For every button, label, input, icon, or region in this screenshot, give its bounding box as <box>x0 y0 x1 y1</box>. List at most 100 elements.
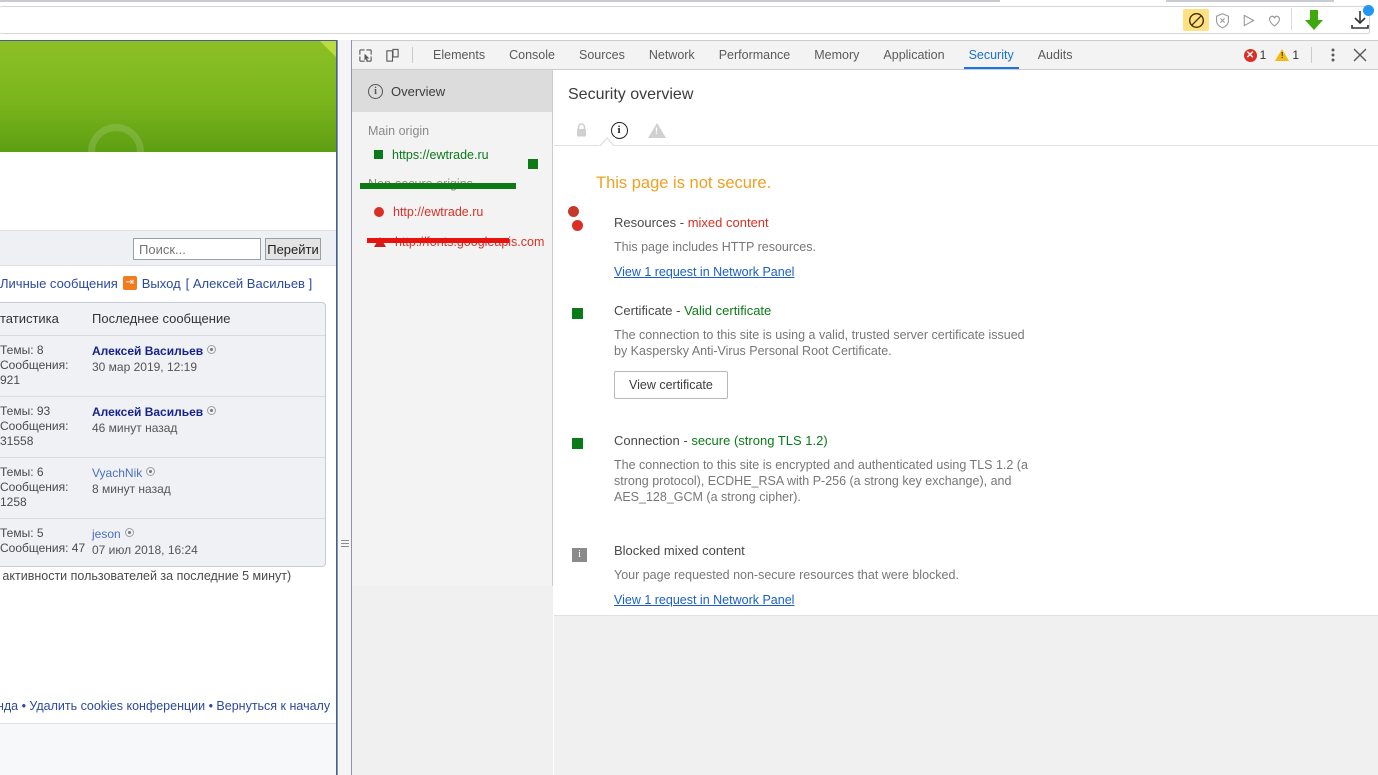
section-description: This page includes HTTP resources. <box>614 240 816 254</box>
active-state-notch <box>599 137 615 147</box>
tab-edge-left <box>0 0 1000 2</box>
section-description: Your page requested non-secure resources… <box>614 568 959 582</box>
section-label: Connection - <box>614 433 692 448</box>
kebab-menu-icon[interactable] <box>1321 41 1345 69</box>
stats-col-statistics: татистика <box>0 311 59 326</box>
tab-performance[interactable]: Performance <box>707 41 803 69</box>
error-count: 1 <box>1259 48 1267 62</box>
logout-link[interactable]: Выход <box>142 276 181 291</box>
view-certificate-button[interactable]: View certificate <box>614 371 728 399</box>
footer-links[interactable]: анда • Удалить cookies конференции • Вер… <box>0 699 340 713</box>
posts-label: Сообщения: <box>0 358 69 372</box>
green-highlight-line <box>360 183 516 189</box>
sidebar-item-label: Overview <box>391 83 446 99</box>
tab-console[interactable]: Console <box>497 41 567 69</box>
inspect-element-icon[interactable] <box>352 41 379 69</box>
devtools-toolbar-right: ✕ 1 1 <box>1241 41 1372 69</box>
user-status-icon <box>124 528 134 537</box>
search-go-button[interactable]: Перейти <box>265 238 321 260</box>
last-post-author[interactable]: Алексей Васильев <box>92 344 203 358</box>
tab-audits[interactable]: Audits <box>1026 41 1085 69</box>
section-heading: Connection - secure (strong TLS 1.2) <box>614 433 1034 448</box>
forum-stats-table: татистика Последнее сообщение Темы: 8 Со… <box>0 302 326 567</box>
section-label: Certificate - <box>614 303 685 318</box>
tab-application[interactable]: Application <box>871 41 956 69</box>
forum-search-bar: Перейти <box>0 230 336 266</box>
forum-banner <box>0 41 336 152</box>
last-post-author[interactable]: VyachNik <box>92 466 142 480</box>
devtools-panel: Elements Console Sources Network Perform… <box>352 40 1378 775</box>
topics-count: Темы: 6 <box>0 465 44 479</box>
stats-cell-lastpost: jeson 07 июл 2018, 16:24 <box>92 526 319 558</box>
view-request-link[interactable]: View 1 request in Network Panel <box>614 593 794 607</box>
posts-label: Сообщения: <box>0 480 69 494</box>
screen-root: Перейти Личные сообщения ⇥ Выход [ Алекс… <box>0 0 1378 775</box>
adblock-icon[interactable] <box>1183 9 1209 31</box>
user-status-icon <box>146 467 156 476</box>
close-icon[interactable] <box>1348 41 1372 69</box>
toggle-device-toolbar-icon[interactable] <box>379 41 406 69</box>
page-white-gap <box>0 152 336 230</box>
tab-network[interactable]: Network <box>637 41 707 69</box>
send-icon[interactable] <box>1235 9 1261 31</box>
sidebar-origin-insecure-1[interactable]: http://ewtrade.ru <box>352 201 552 222</box>
devtools-splitter[interactable] <box>337 40 352 775</box>
forum-logo <box>88 124 144 152</box>
section-bullet <box>572 433 614 513</box>
stats-cell-counts: Темы: 6 Сообщения: 1258 <box>0 465 92 510</box>
logout-arrow-icon: ⇥ <box>122 276 137 290</box>
main-origin-title: Main origin <box>368 124 430 138</box>
last-post-author[interactable]: jeson <box>92 527 121 541</box>
shield-x-icon[interactable] <box>1209 9 1235 31</box>
last-post-time: 46 минут назад <box>92 421 178 435</box>
banner-corner-accent <box>320 41 336 57</box>
view-request-link[interactable]: View 1 request in Network Panel <box>614 265 794 279</box>
stats-cell-lastpost: VyachNik 8 минут назад <box>92 465 319 510</box>
section-resources: Resources - mixed content This page incl… <box>554 215 1378 303</box>
tab-elements[interactable]: Elements <box>421 41 497 69</box>
tab-sources[interactable]: Sources <box>567 41 637 69</box>
splitter-grip-icon[interactable] <box>341 540 349 551</box>
section-bullet <box>572 215 614 281</box>
section-bullet: i <box>572 543 614 609</box>
toolbar-divider-2 <box>1311 47 1312 63</box>
user-status-icon <box>207 345 217 354</box>
table-row: Темы: 8 Сообщения: 921 Алексей Васильев … <box>0 335 325 396</box>
error-count-badge[interactable]: ✕ 1 <box>1241 48 1270 62</box>
address-bar[interactable] <box>0 6 1370 34</box>
lock-icon[interactable] <box>572 121 590 139</box>
topics-count: Темы: 5 <box>0 526 44 540</box>
warning-count-badge[interactable]: 1 <box>1272 48 1302 62</box>
tab-security[interactable]: Security <box>957 41 1026 69</box>
forum-user-bar: Личные сообщения ⇥ Выход [ Алексей Васил… <box>0 270 336 296</box>
sidebar-empty-area <box>352 586 553 775</box>
section-heading: Certificate - Valid certificate <box>614 303 1034 318</box>
sidebar-item-overview[interactable]: i Overview <box>352 70 552 112</box>
current-username: [ Алексей Васильев ] <box>185 275 313 291</box>
search-input[interactable] <box>133 238 261 260</box>
error-icon: ✕ <box>1243 48 1257 62</box>
heart-icon[interactable] <box>1261 9 1287 31</box>
tab-memory[interactable]: Memory <box>802 41 871 69</box>
last-post-author[interactable]: Алексей Васильев <box>92 405 203 419</box>
section-status: mixed content <box>687 215 769 230</box>
insecure-dot-icon <box>374 206 384 217</box>
warning-triangle-icon[interactable] <box>648 121 666 139</box>
download-arrow-icon[interactable] <box>1303 8 1325 37</box>
topics-count: Темы: 8 <box>0 343 44 357</box>
table-row: Темы: 93 Сообщения: 31558 Алексей Василь… <box>0 396 325 457</box>
origin-url: http://ewtrade.ru <box>393 204 484 219</box>
info-icon: i <box>368 83 383 99</box>
info-icon: i <box>572 548 587 562</box>
private-messages-link[interactable]: Личные сообщения <box>0 276 118 291</box>
toolbar-divider <box>412 47 413 63</box>
extension-icons <box>1183 9 1287 31</box>
security-main-panel: Security overview i This page i <box>554 70 1378 775</box>
tab-edge-right <box>1166 0 1334 2</box>
sidebar-origin-main[interactable]: https://ewtrade.ru <box>352 144 552 165</box>
last-post-time: 07 июл 2018, 16:24 <box>92 543 198 557</box>
security-state-icons: i <box>554 104 1378 144</box>
security-sections: Resources - mixed content This page incl… <box>554 193 1378 631</box>
table-row: Темы: 5 Сообщения: 47 jeson 07 июл 2018,… <box>0 518 325 566</box>
stats-col-last-post: Последнее сообщение <box>92 311 231 326</box>
